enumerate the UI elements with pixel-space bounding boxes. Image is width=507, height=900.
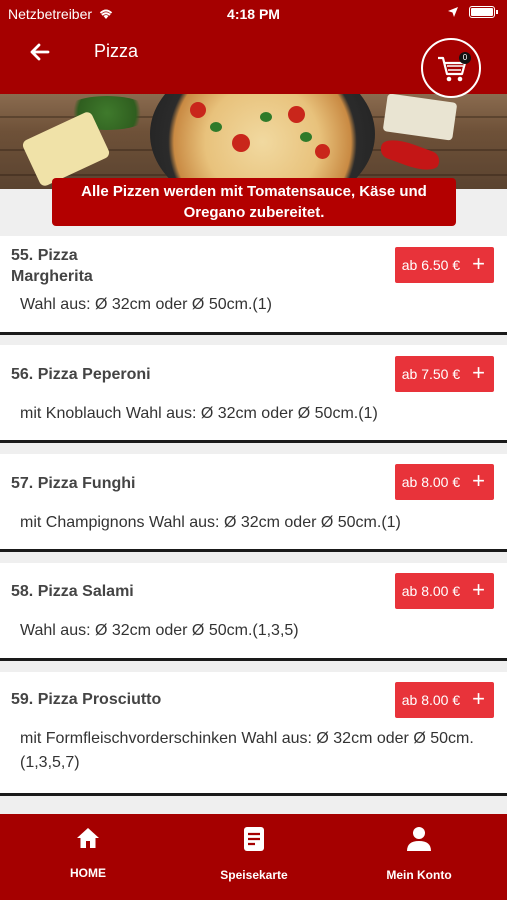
cart-count-badge: 0 (459, 52, 471, 64)
add-to-cart-button[interactable]: ab 6.50 € + (394, 247, 494, 283)
plus-icon: + (472, 685, 485, 711)
plus-icon: + (472, 359, 485, 385)
item-price: ab 8.00 € (401, 583, 461, 599)
item-price: ab 7.50 € (401, 366, 461, 382)
item-description: mit Champignons Wahl aus: Ø 32cm oder Ø … (20, 514, 401, 531)
info-banner: Alle Pizzen werden mit Tomatensauce, Käs… (52, 178, 456, 226)
home-icon (77, 828, 99, 848)
item-description: Wahl aus: Ø 32cm oder Ø 50cm.(1) (20, 296, 272, 313)
item-name: 59. Pizza Prosciutto (11, 691, 162, 708)
add-to-cart-button[interactable]: ab 8.00 € + (394, 682, 494, 718)
user-icon (407, 827, 431, 851)
item-name: 57. Pizza Funghi (11, 475, 136, 492)
nav-menu-label: Speisekarte (220, 868, 288, 882)
item-description: mit Formfleischvorderschinken Wahl aus: … (20, 730, 474, 771)
back-arrow-icon[interactable] (26, 38, 54, 66)
nav-home-label: HOME (70, 866, 106, 880)
add-to-cart-button[interactable]: ab 8.00 € + (394, 464, 494, 500)
menu-item-card[interactable]: 59. Pizza Prosciutto ab 8.00 € + mit For… (0, 672, 507, 796)
nav-home[interactable]: HOME (28, 826, 148, 880)
menu-item-card[interactable]: 57. Pizza Funghi ab 8.00 € + mit Champig… (0, 454, 507, 552)
item-name: 58. Pizza Salami (11, 583, 134, 600)
menu-item-card[interactable]: 55. Pizza Margherita ab 6.50 € + Wahl au… (0, 236, 507, 335)
item-description: Wahl aus: Ø 32cm oder Ø 50cm.(1,3,5) (20, 622, 299, 639)
nav-menu[interactable]: Speisekarte (194, 826, 314, 882)
pizza-image (150, 94, 375, 189)
plus-icon: + (472, 250, 485, 276)
battery-icon (469, 6, 498, 18)
banner-line-1: Alle Pizzen werden mit Tomatensauce, Käs… (81, 183, 427, 200)
status-bar: Netzbetreiber 4:18 PM (0, 0, 507, 28)
bottom-navigation: HOME Speisekarte Mein Konto (0, 814, 507, 900)
item-name: 56. Pizza Peperoni (11, 366, 151, 383)
item-price: ab 8.00 € (401, 474, 461, 490)
menu-item-card[interactable]: 56. Pizza Peperoni ab 7.50 € + mit Knobl… (0, 345, 507, 443)
item-price: ab 8.00 € (401, 692, 461, 708)
cart-button[interactable]: 0 (421, 38, 481, 98)
nav-account-label: Mein Konto (386, 868, 452, 882)
add-to-cart-button[interactable]: ab 8.00 € + (394, 573, 494, 609)
item-price: ab 6.50 € (401, 257, 461, 273)
hero-image (0, 94, 507, 189)
page-title: Pizza (94, 41, 139, 61)
nav-account[interactable]: Mein Konto (359, 826, 479, 882)
app-header: Pizza 0 (0, 28, 507, 98)
plus-icon: + (472, 576, 485, 602)
add-to-cart-button[interactable]: ab 7.50 € + (394, 356, 494, 392)
plus-icon: + (472, 467, 485, 493)
menu-card-icon (244, 827, 264, 851)
menu-item-card[interactable]: 58. Pizza Salami ab 8.00 € + Wahl aus: Ø… (0, 563, 507, 661)
status-time: 4:18 PM (227, 6, 280, 22)
location-arrow-icon (448, 7, 458, 17)
item-name: 55. Pizza Margherita (11, 247, 93, 285)
item-description: mit Knoblauch Wahl aus: Ø 32cm oder Ø 50… (20, 405, 378, 422)
banner-line-2: Oregano zubereitet. (183, 204, 325, 221)
